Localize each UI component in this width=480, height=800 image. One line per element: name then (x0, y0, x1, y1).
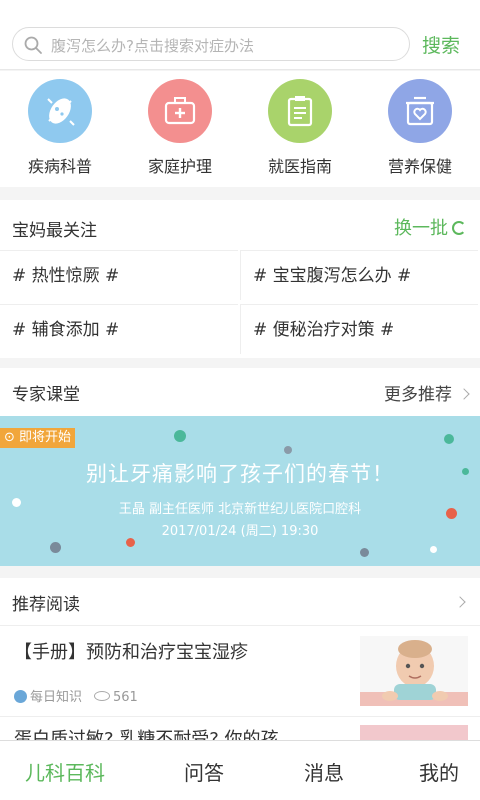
hot-topics-section: 宝妈最关注 换一批 # 热性惊厥 # # 宝宝腹泻怎么办 # # 辅食添加 # … (0, 200, 480, 358)
section-title: 专家课堂 (12, 385, 80, 405)
category-label: 家庭护理 (147, 157, 212, 176)
category-guide[interactable]: 就医指南 (240, 77, 360, 181)
banner-time: 2017/01/24 (周二) 19:30 (161, 524, 319, 539)
category-label: 营养保健 (387, 157, 452, 176)
decor-dot (430, 546, 437, 553)
topic-tag[interactable]: # 热性惊厥 # (0, 250, 238, 300)
category-label: 就医指南 (267, 157, 332, 176)
topic-tag[interactable]: # 便秘治疗对策 # (240, 304, 478, 354)
expert-banner[interactable]: ⊙ 即将开始 别让牙痛影响了孩子们的春节！ 王晶 副主任医师 北京新世纪儿医院口… (0, 416, 480, 566)
decor-dot (284, 446, 292, 454)
bottom-tab-bar: 儿科百科 问答 消息 我的 (0, 740, 480, 800)
banner-author: 王晶 副主任医师 北京新世纪儿医院口腔科 (118, 502, 362, 517)
expert-class-header: 专家课堂 更多推荐 (0, 368, 480, 416)
category-disease[interactable]: 疾病科普 (0, 77, 120, 181)
decor-dot (174, 430, 186, 442)
chevron-right-icon (454, 596, 466, 608)
article-item[interactable]: 【手册】预防和治疗宝宝湿疹 每日知识 561 (0, 626, 480, 716)
article-meta: 每日知识 561 (14, 686, 138, 705)
article-source: 每日知识 (30, 690, 83, 705)
section-title: 宝妈最关注 (12, 221, 97, 241)
refresh-icon (452, 221, 466, 235)
category-label: 疾病科普 (27, 157, 92, 176)
article-item[interactable]: 蛋白质过敏? 乳糖不耐受? 你的孩 (0, 716, 480, 740)
article-thumbnail (360, 725, 468, 740)
article-title: 蛋白质过敏? 乳糖不耐受? 你的孩 (14, 729, 279, 740)
medical-kit-icon (148, 79, 212, 143)
clipboard-icon (268, 79, 332, 143)
more-recommend-button[interactable]: 更多推荐 (384, 380, 470, 405)
tab-qa[interactable]: 问答 (144, 757, 264, 786)
search-icon (24, 36, 42, 54)
decor-dot (444, 434, 454, 444)
germ-icon (28, 79, 92, 143)
article-views: 561 (113, 690, 138, 705)
section-title: 推荐阅读 (12, 595, 80, 615)
category-nutrition[interactable]: 营养保健 (360, 77, 480, 181)
refresh-label: 换一批 (394, 218, 448, 239)
category-grid: 疾病科普 家庭护理 就医指南 营养保健 (0, 71, 480, 187)
decor-dot (50, 542, 61, 553)
category-home-care[interactable]: 家庭护理 (120, 77, 240, 181)
search-bar: 腹泻怎么办?点击搜索对症办法 搜索 (0, 0, 480, 70)
food-box-icon (388, 79, 452, 143)
globe-icon (14, 690, 27, 703)
search-button[interactable]: 搜索 (422, 31, 460, 58)
tab-messages[interactable]: 消息 (264, 757, 384, 786)
eye-icon (94, 691, 111, 701)
topic-tag[interactable]: # 宝宝腹泻怎么办 # (240, 250, 478, 300)
article-thumbnail (360, 636, 468, 706)
decor-dot (360, 548, 369, 557)
recommended-reading-header[interactable]: 推荐阅读 (0, 578, 480, 626)
refresh-button[interactable]: 换一批 (394, 214, 466, 240)
tab-pediatrics[interactable]: 儿科百科 (5, 757, 125, 786)
banner-title: 别让牙痛影响了孩子们的春节！ (86, 462, 394, 486)
badge-text: 即将开始 (19, 430, 72, 445)
search-placeholder: 腹泻怎么办?点击搜索对症办法 (51, 37, 254, 55)
more-label: 更多推荐 (384, 385, 452, 405)
decor-dot (126, 538, 135, 547)
article-title: 【手册】预防和治疗宝宝湿疹 (14, 642, 248, 663)
topic-tag[interactable]: # 辅食添加 # (0, 304, 238, 354)
status-badge: ⊙ 即将开始 (0, 428, 76, 448)
chevron-right-icon (458, 388, 470, 400)
tab-me[interactable]: 我的 (379, 757, 480, 786)
search-input[interactable]: 腹泻怎么办?点击搜索对症办法 (12, 27, 410, 61)
